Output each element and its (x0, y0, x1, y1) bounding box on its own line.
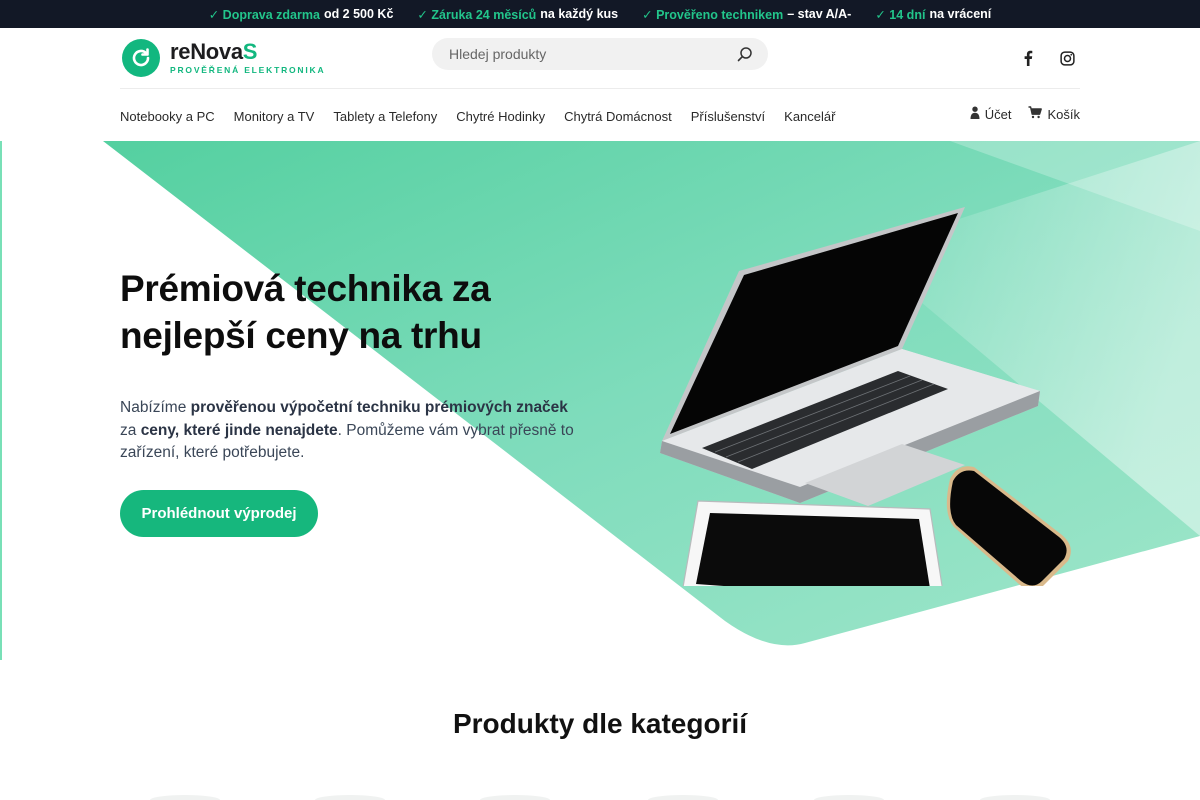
site-logo[interactable]: reNovaS PROVĚŘENÁ ELEKTRONIKA (122, 39, 325, 77)
account-links: Účet Košík (970, 106, 1080, 122)
category-card (814, 795, 884, 800)
nav-item-tablets[interactable]: Tablety a Telefony (333, 109, 437, 124)
refresh-icon (122, 39, 160, 77)
announcement-bar: ✓ Doprava zdarma od 2 500 Kč ✓ Záruka 24… (0, 0, 1200, 28)
cart-link[interactable]: Košík (1028, 106, 1080, 122)
account-label: Účet (984, 106, 1012, 122)
announcement-warranty: ✓ Záruka 24 měsíců na každý kus (417, 7, 618, 22)
announcement-checked: ✓ Prověřeno technikem – stav A/A- (642, 7, 851, 22)
nav-item-watches[interactable]: Chytré Hodinky (456, 109, 545, 124)
nav-item-notebooks[interactable]: Notebooky a PC (120, 109, 215, 124)
nav-item-accessories[interactable]: Příslušenství (691, 109, 765, 124)
category-card (480, 795, 550, 800)
hero-section: Prémiová technika za nejlepší ceny na tr… (0, 141, 1200, 660)
categories-title: Produkty dle kategorií (452, 708, 748, 739)
announcement-shipping: ✓ Doprava zdarma od 2 500 Kč (209, 7, 394, 22)
category-card (980, 795, 1050, 800)
announcement-text: na vrácení (929, 6, 992, 21)
announcement-text: – stav A/A- (787, 6, 852, 21)
announcement-highlight: ✓ Záruka 24 měsíců (417, 7, 537, 22)
cart-label: Košík (1047, 106, 1080, 122)
hero-accent-line (0, 141, 2, 660)
hero-description: Nabízíme prověřenou výpočetní techniku p… (120, 399, 574, 461)
announcement-highlight: ✓ Doprava zdarma (208, 7, 320, 22)
announcement-highlight: ✓ 14 dní (875, 7, 926, 22)
logo-tagline: PROVĚŘENÁ ELEKTRONIKA (170, 65, 326, 75)
header-divider (120, 88, 1080, 89)
facebook-icon[interactable] (1019, 49, 1037, 67)
category-card (150, 795, 220, 800)
announcement-text: od 2 500 Kč (323, 6, 394, 21)
search-icon[interactable] (736, 45, 754, 63)
main-nav: Notebooky a PC Monitory a TV Tablety a T… (120, 109, 835, 124)
nav-item-office[interactable]: Kancelář (784, 109, 835, 124)
browse-sale-button[interactable]: Prohlédnout výprodej (120, 490, 318, 537)
announcement-returns: ✓ 14 dní na vrácení (875, 7, 991, 22)
announcement-text: na každý kus (540, 6, 619, 21)
nav-item-monitors[interactable]: Monitory a TV (234, 109, 315, 124)
user-icon (970, 106, 980, 122)
account-link[interactable]: Účet (970, 106, 1012, 122)
announcement-highlight: ✓ Prověřeno technikem (642, 7, 784, 22)
nav-item-smarthome[interactable]: Chytrá Domácnost (564, 109, 672, 124)
search-input[interactable] (449, 46, 736, 62)
instagram-icon[interactable] (1058, 49, 1076, 67)
site-header: reNovaS PROVĚŘENÁ ELEKTRONIKA Notebooky … (0, 28, 1200, 141)
search-bar (432, 38, 768, 70)
category-card (315, 795, 385, 800)
hero-title: Prémiová technika za nejlepší ceny na tr… (120, 268, 491, 356)
devices-illustration (660, 207, 1071, 586)
cart-icon (1028, 106, 1043, 122)
logo-name: reNovaS (170, 39, 258, 64)
category-card (648, 795, 718, 800)
